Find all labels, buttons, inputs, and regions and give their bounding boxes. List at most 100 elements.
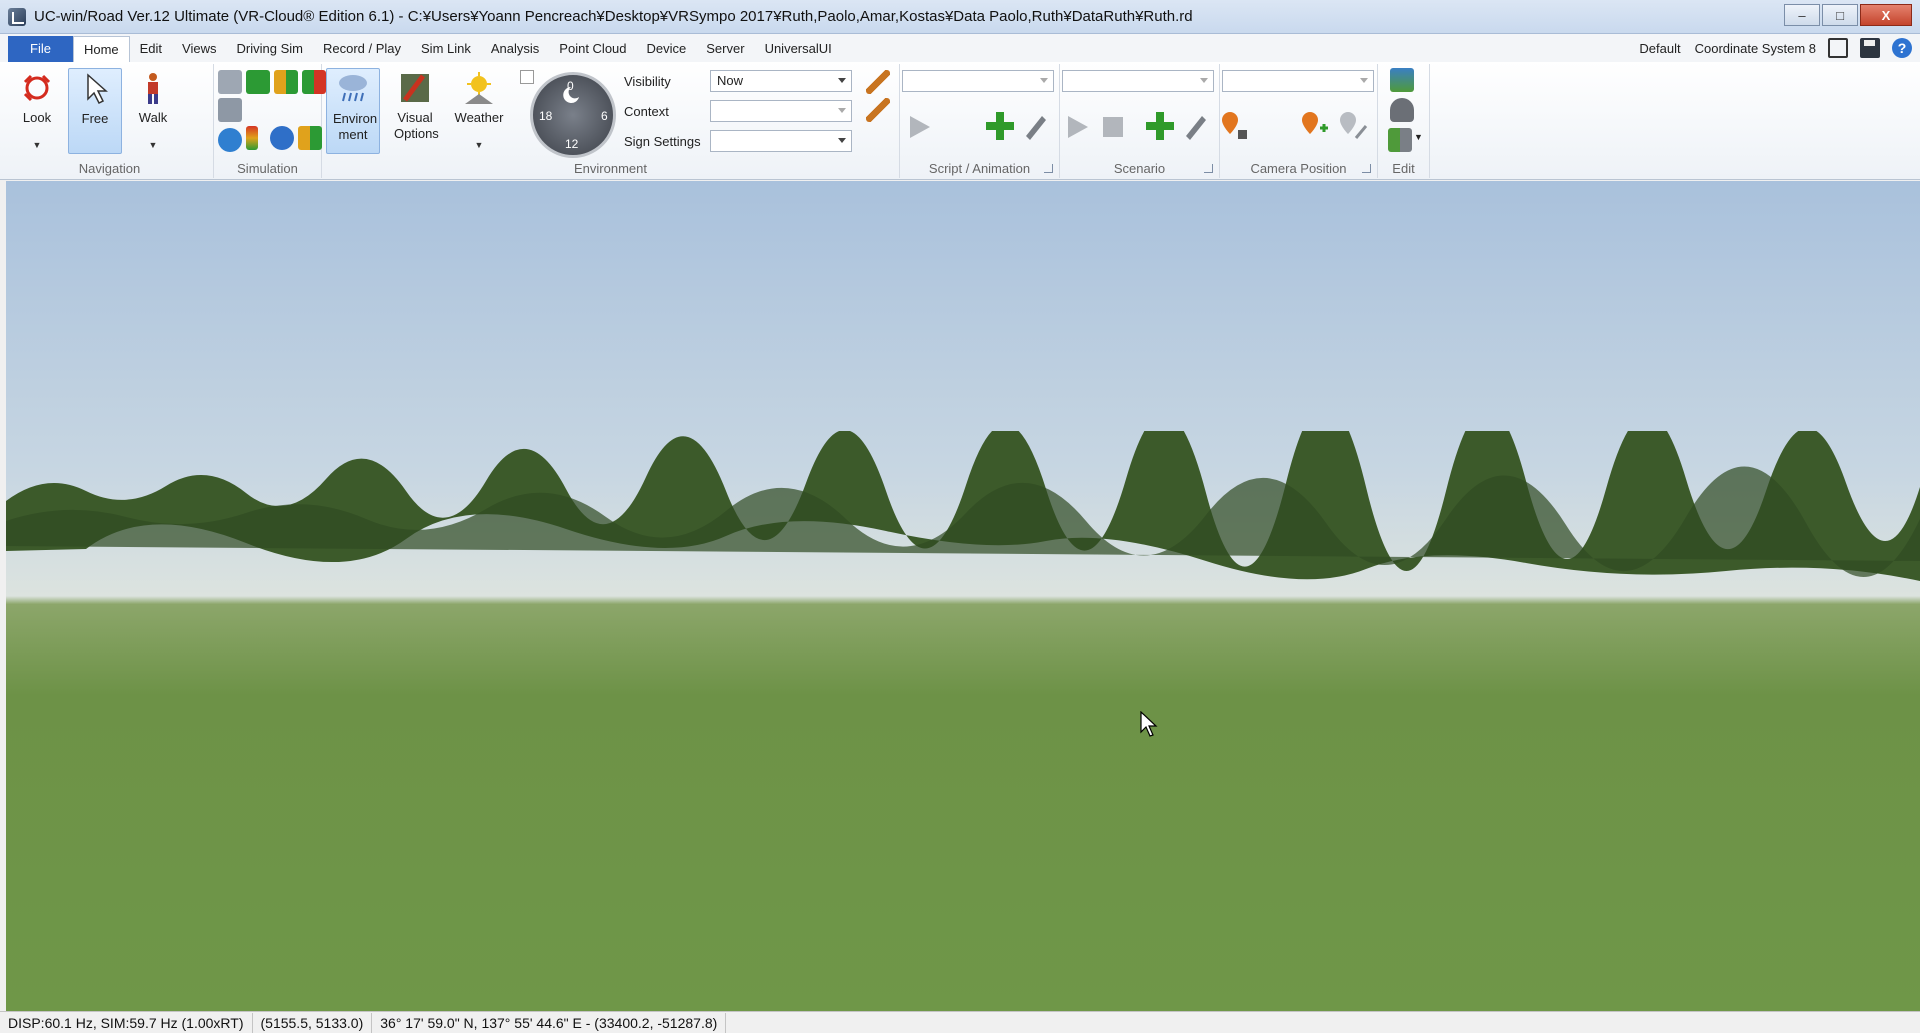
tab-driving-sim[interactable]: Driving Sim <box>227 36 313 62</box>
chevron-down-icon <box>1200 78 1208 83</box>
tab-file[interactable]: File <box>8 36 73 62</box>
navigation-group-label: Navigation <box>78 161 141 176</box>
tree-line <box>6 431 1920 581</box>
add-icon[interactable] <box>1144 110 1176 142</box>
chevron-down-icon <box>1040 78 1048 83</box>
terrain-edit-icon[interactable] <box>1390 68 1414 92</box>
tab-sim-link[interactable]: Sim Link <box>411 36 481 62</box>
pencil-icon[interactable] <box>866 70 890 94</box>
ribbon-tabs: File Home Edit Views Driving Sim Record … <box>0 34 1920 62</box>
coordinate-system-label[interactable]: Coordinate System 8 <box>1695 41 1816 56</box>
look-button[interactable]: Look ▼ <box>10 68 64 154</box>
scenario-dialog-launcher-icon[interactable] <box>1204 164 1213 173</box>
time-of-day-clock[interactable]: 0 18 6 12 <box>530 72 616 158</box>
walk-button[interactable]: Walk ▼ <box>126 68 180 154</box>
edit-group: ▼ Edit <box>1378 64 1430 178</box>
walk-dropdown-icon[interactable]: ▼ <box>126 140 180 150</box>
app-icon[interactable] <box>8 7 26 26</box>
sun-icon <box>465 72 493 104</box>
visibility-dropdown[interactable]: Now <box>710 70 852 92</box>
scenario-group-label: Scenario <box>1113 161 1166 176</box>
tab-point-cloud[interactable]: Point Cloud <box>549 36 636 62</box>
3d-viewport[interactable] <box>6 181 1920 1011</box>
visibility-value: Now <box>717 73 744 88</box>
navigation-group: Look ▼ Free Walk ▼ Navigation <box>6 64 214 178</box>
free-button[interactable]: Free <box>68 68 122 154</box>
camera-dialog-launcher-icon[interactable] <box>1362 164 1371 173</box>
preset-label[interactable]: Default <box>1639 41 1680 56</box>
tab-edit[interactable]: Edit <box>130 36 172 62</box>
camera-position-group: Camera Position <box>1220 64 1378 178</box>
visual-options-icon <box>401 74 429 102</box>
look-icon <box>23 74 51 102</box>
environment-label: Environ ment <box>333 111 378 142</box>
play-icon[interactable] <box>1064 114 1090 140</box>
camera-position-dropdown[interactable] <box>1222 70 1374 92</box>
add-icon[interactable] <box>984 110 1016 142</box>
look-dropdown-icon[interactable]: ▼ <box>10 140 64 150</box>
road-edit-icon[interactable] <box>1390 98 1414 122</box>
message-icon[interactable] <box>1828 38 1848 58</box>
context-dropdown[interactable] <box>710 100 852 122</box>
tab-home[interactable]: Home <box>72 36 130 62</box>
simulation-group-label: Simulation <box>237 161 298 176</box>
script-dialog-launcher-icon[interactable] <box>1044 164 1053 173</box>
maximize-button[interactable]: □ <box>1822 4 1858 26</box>
environment-group: Environ ment Visual Options Weather ▼ 0 <box>322 64 900 178</box>
free-label: Free <box>81 111 109 126</box>
tab-universalui[interactable]: UniversalUI <box>755 36 842 62</box>
stop-icon[interactable] <box>1100 114 1126 140</box>
environment-button[interactable]: Environ ment <box>326 68 380 154</box>
traffic-play-icon[interactable] <box>246 70 270 94</box>
clock-label-right: 6 <box>601 109 608 123</box>
edit-position-marker-icon[interactable] <box>1338 110 1368 142</box>
tab-views[interactable]: Views <box>172 36 226 62</box>
weather-button[interactable]: Weather ▼ <box>452 68 506 154</box>
sign-settings-dropdown[interactable] <box>710 130 852 152</box>
mouse-cursor-icon <box>1140 711 1158 737</box>
add-position-marker-icon[interactable] <box>1300 110 1330 142</box>
ribbon: Look ▼ Free Walk ▼ Navigation Simulation… <box>0 62 1920 180</box>
minimize-button[interactable]: – <box>1784 4 1820 26</box>
clock-label-top: 0 <box>567 79 574 93</box>
simulation-group: Simulation <box>214 64 326 178</box>
save-icon[interactable] <box>1860 38 1880 58</box>
script-dropdown[interactable] <box>902 70 1054 92</box>
time-checkbox[interactable] <box>520 70 534 84</box>
visual-options-button[interactable]: Visual Options <box>388 68 442 154</box>
chevron-down-icon <box>838 78 846 83</box>
tab-record-play[interactable]: Record / Play <box>313 36 411 62</box>
scenario-dropdown[interactable] <box>1062 70 1214 92</box>
play-icon[interactable] <box>906 114 932 140</box>
edit-pencil-icon[interactable] <box>1022 112 1050 140</box>
rain-cloud-icon <box>339 75 367 102</box>
close-button[interactable]: X <box>1860 4 1912 26</box>
tab-device[interactable]: Device <box>637 36 697 62</box>
look-label: Look <box>22 110 52 125</box>
traffic-pause-icon[interactable] <box>274 70 298 94</box>
edit-pencil-icon[interactable] <box>1182 112 1210 140</box>
sim-stats-icon[interactable] <box>218 70 242 94</box>
help-icon[interactable]: ? <box>1892 38 1912 58</box>
pencil-icon[interactable] <box>866 98 890 122</box>
visibility-label: Visibility <box>624 74 671 89</box>
sim-settings-gear-icon[interactable] <box>218 128 242 152</box>
tab-server[interactable]: Server <box>696 36 754 62</box>
weather-dropdown-icon[interactable]: ▼ <box>452 140 506 150</box>
save-position-marker-icon[interactable] <box>1220 110 1250 142</box>
camera-position-group-label: Camera Position <box>1250 161 1347 176</box>
environment-group-label: Environment <box>574 161 647 176</box>
edit-dropdown-icon[interactable]: ▼ <box>1414 132 1423 142</box>
tab-analysis[interactable]: Analysis <box>481 36 549 62</box>
traffic-signal-icon[interactable] <box>246 126 258 150</box>
status-bar: DISP:60.1 Hz, SIM:59.7 Hz (1.00xRT) (515… <box>0 1011 1920 1033</box>
chevron-down-icon <box>838 108 846 113</box>
frame-rate-status: DISP:60.1 Hz, SIM:59.7 Hz (1.00xRT) <box>0 1012 253 1033</box>
model-edit-icon[interactable] <box>1388 128 1412 152</box>
sim-sound-icon[interactable] <box>218 98 242 122</box>
traffic-config-icon[interactable] <box>298 126 322 150</box>
visual-options-label: Visual Options <box>394 110 439 141</box>
car-icon[interactable] <box>270 126 294 150</box>
sign-settings-label: Sign Settings <box>624 134 701 149</box>
script-animation-group: Script / Animation <box>900 64 1060 178</box>
